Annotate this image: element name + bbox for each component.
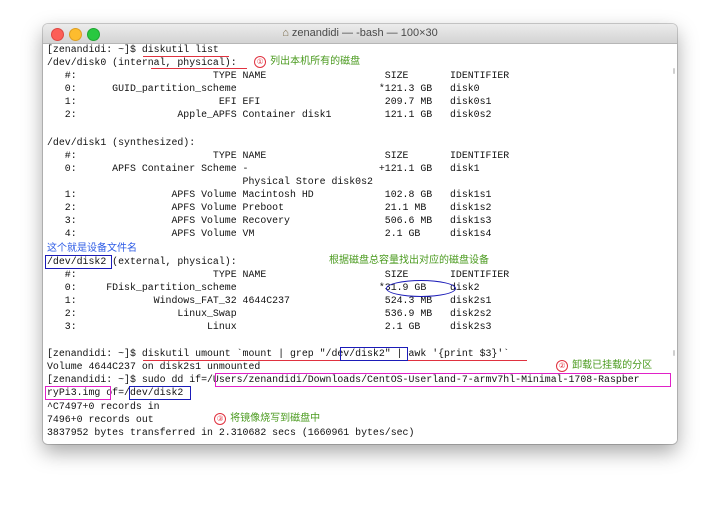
scrollbar-top-marker[interactable]	[673, 68, 675, 74]
highlight-if-path	[215, 373, 671, 387]
window-title: ⌂ zenandidi — -bash — 100×30	[43, 27, 677, 39]
terminal-output[interactable]: [zenandidi: ~]$ diskutil list /dev/disk0…	[43, 44, 677, 444]
terminal-line: #: TYPE NAME SIZE IDENTIFIER	[47, 150, 510, 161]
terminal-line: 3837952 bytes transferred in 2.310682 se…	[47, 427, 415, 438]
highlight-dev-disk2	[45, 255, 112, 269]
terminal-line: #: TYPE NAME SIZE IDENTIFIER	[47, 269, 510, 280]
home-icon: ⌂	[282, 27, 289, 39]
terminal-line: 1: EFI EFI 209.7 MB disk0s1	[47, 96, 492, 107]
terminal-line: 7496+0 records out	[47, 414, 154, 425]
terminal-line: [zenandidi: ~]$ diskutil list	[47, 44, 219, 55]
terminal-line: ^C7497+0 records in	[47, 401, 160, 412]
underline-diskutil-list	[143, 56, 229, 57]
highlight-grep-disk2	[340, 347, 408, 361]
terminal-line: /dev/disk1 (synthesized):	[47, 137, 196, 148]
terminal-line: 2: APFS Volume Preboot 21.1 MB disk1s2	[47, 202, 492, 213]
window-title-text: zenandidi — -bash — 100×30	[291, 27, 438, 39]
highlight-if-path-continued	[45, 386, 111, 400]
step1-number: ①	[254, 56, 267, 68]
title-bar: ⌂ zenandidi — -bash — 100×30	[43, 24, 677, 44]
terminal-line: 4: APFS Volume VM 2.1 GB disk1s4	[47, 228, 492, 239]
terminal-line: 0: APFS Container Scheme - +121.1 GB dis…	[47, 163, 480, 174]
annotation-capacity: 根据磁盘总容量找出对应的磁盘设备	[329, 255, 489, 266]
terminal-line: 3: APFS Volume Recovery 506.6 MB disk1s3	[47, 215, 492, 226]
terminal-line: 1: APFS Volume Macintosh HD 102.8 GB dis…	[47, 189, 492, 200]
underline-umount-command	[143, 360, 527, 361]
terminal-line: 3: Linux 2.1 GB disk2s3	[47, 321, 492, 332]
terminal-line: 2: Apple_APFS Container disk1 121.1 GB d…	[47, 109, 492, 120]
underline-internal-physical	[151, 68, 247, 69]
highlight-of-disk2	[129, 386, 191, 400]
step2-number: ②	[556, 360, 569, 372]
terminal-line: Physical Store disk0s2	[47, 176, 373, 187]
scrollbar-marker[interactable]	[673, 350, 675, 356]
annotation-step3: ③ 将镜像烧写到磁盘中	[195, 401, 320, 425]
terminal-window: ⌂ zenandidi — -bash — 100×30 [zenandidi: …	[43, 24, 677, 444]
annotation-device-file: 这个就是设备文件名	[47, 243, 137, 254]
terminal-line: #: TYPE NAME SIZE IDENTIFIER	[47, 70, 510, 81]
annotation-step1: ① 列出本机所有的磁盘	[235, 44, 360, 68]
step3-text: 将镜像烧写到磁盘中	[230, 413, 321, 424]
terminal-line: Volume 4644C237 on disk2s1 unmounted	[47, 361, 261, 372]
terminal-line: 2: Linux_Swap 536.9 MB disk2s2	[47, 308, 492, 319]
step3-number: ③	[214, 413, 227, 425]
step1-text: 列出本机所有的磁盘	[270, 56, 361, 67]
terminal-line: 0: GUID_partition_scheme *121.3 GB disk0	[47, 83, 480, 94]
terminal-line: [zenandidi: ~]$ diskutil umount `mount |…	[47, 348, 510, 359]
highlight-disk2-size	[386, 280, 456, 297]
step2-text: 卸载已挂载的分区	[572, 360, 653, 371]
annotation-step2: ② 卸载已挂载的分区	[537, 348, 652, 372]
